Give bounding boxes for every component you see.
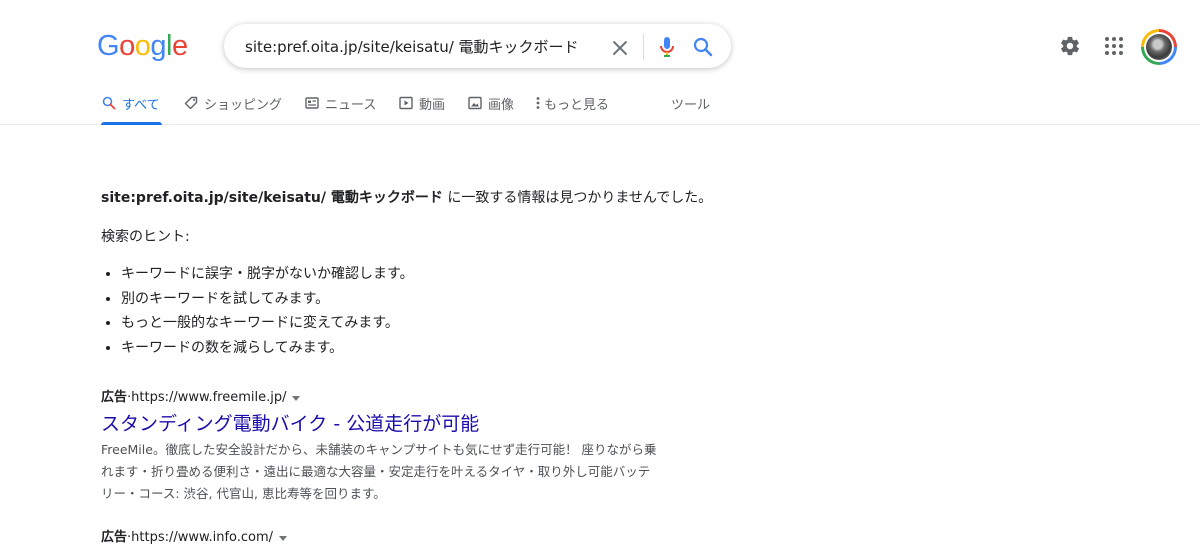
chevron-down-icon[interactable] xyxy=(279,535,288,541)
apps-button[interactable] xyxy=(1102,34,1126,58)
avatar-photo xyxy=(1146,34,1172,60)
microphone-icon xyxy=(660,37,674,57)
search-input[interactable] xyxy=(245,33,615,59)
tab-label: すべて xyxy=(122,98,160,113)
ad-meta: 広告 · https://www.freemile.jp/ xyxy=(101,388,681,408)
apps-grid-icon xyxy=(1105,37,1123,55)
image-icon xyxy=(467,95,483,111)
search-icon xyxy=(693,37,713,57)
tab-label: ツール xyxy=(671,98,711,113)
tab-label: ショッピング xyxy=(204,98,283,113)
tab-all[interactable]: すべて xyxy=(101,94,162,125)
avatar-ring-inner xyxy=(1144,32,1174,62)
account-avatar[interactable] xyxy=(1141,29,1177,65)
logo-letter: o xyxy=(119,30,135,62)
hints-title: 検索のヒント: xyxy=(101,229,190,245)
hint-item: 別のキーワードを試してみます。 xyxy=(121,287,414,312)
hint-item: キーワードに誤字・脱字がないか確認します。 xyxy=(121,262,414,287)
search-tabs: すべて ショッピング ニュース 動画 画像 もっと見る ツール xyxy=(0,90,1200,125)
header: Google xyxy=(0,0,1200,90)
search-box xyxy=(224,24,731,68)
chevron-down-icon[interactable] xyxy=(292,395,301,401)
settings-button[interactable] xyxy=(1058,34,1082,58)
logo-letter: o xyxy=(134,30,151,62)
tab-more[interactable]: もっと見る xyxy=(533,94,609,125)
tab-tools[interactable]: ツール xyxy=(671,94,710,125)
ad-title-link[interactable]: スタンディング電動バイク - 公道走行が可能 xyxy=(101,411,681,437)
google-logo[interactable]: Google xyxy=(97,30,188,62)
search-divider xyxy=(643,34,644,60)
hints-list: キーワードに誤字・脱字がないか確認します。 別のキーワードを試してみます。 もっ… xyxy=(101,262,414,360)
logo-letter: g xyxy=(150,30,166,62)
logo-letter: e xyxy=(171,30,188,62)
search-button[interactable] xyxy=(691,35,715,59)
ad-url[interactable]: https://www.freemile.jp/ xyxy=(131,388,286,408)
hint-item: もっと一般的なキーワードに変えてみます。 xyxy=(121,311,414,336)
newspaper-icon xyxy=(304,95,320,111)
gear-icon xyxy=(1061,36,1079,56)
tab-shopping[interactable]: ショッピング xyxy=(183,94,282,125)
search-icon xyxy=(101,95,117,111)
ad-url[interactable]: https://www.info.com/ xyxy=(131,528,273,548)
no-results-query: site:pref.oita.jp/site/keisatu/ 電動キックボード xyxy=(101,190,443,206)
tab-news[interactable]: ニュース xyxy=(304,94,376,125)
tab-images[interactable]: 画像 xyxy=(467,94,514,125)
tab-videos[interactable]: 動画 xyxy=(398,94,445,125)
tab-label: もっと見る xyxy=(544,98,610,113)
tab-label: ニュース xyxy=(325,98,377,113)
clear-search-button[interactable] xyxy=(608,36,632,60)
ad-meta: 広告 · https://www.info.com/ xyxy=(101,528,681,548)
tab-label: 画像 xyxy=(488,98,515,113)
ad-label: 広告 xyxy=(101,530,128,545)
voice-search-button[interactable] xyxy=(655,35,679,59)
tab-label: 動画 xyxy=(419,98,446,113)
close-icon xyxy=(613,41,627,55)
ad-description: FreeMile。徹底した安全設計だから、未舗装のキャンプサイトも気にせず走行可… xyxy=(101,442,657,501)
tag-icon xyxy=(183,95,199,111)
play-icon xyxy=(398,95,414,111)
logo-letter: G xyxy=(97,30,120,62)
ad-label: 広告 xyxy=(101,390,128,405)
ad-result: 広告 · https://www.freemile.jp/ スタンディング電動バ… xyxy=(101,388,681,505)
hint-item: キーワードの数を減らしてみます。 xyxy=(121,336,414,361)
no-results-message: site:pref.oita.jp/site/keisatu/ 電動キックボード… xyxy=(101,187,751,209)
ad-result: 広告 · https://www.info.com/ xyxy=(101,528,681,548)
no-results-suffix: に一致する情報は見つかりませんでした。 xyxy=(442,190,713,206)
more-vertical-icon xyxy=(533,95,543,111)
